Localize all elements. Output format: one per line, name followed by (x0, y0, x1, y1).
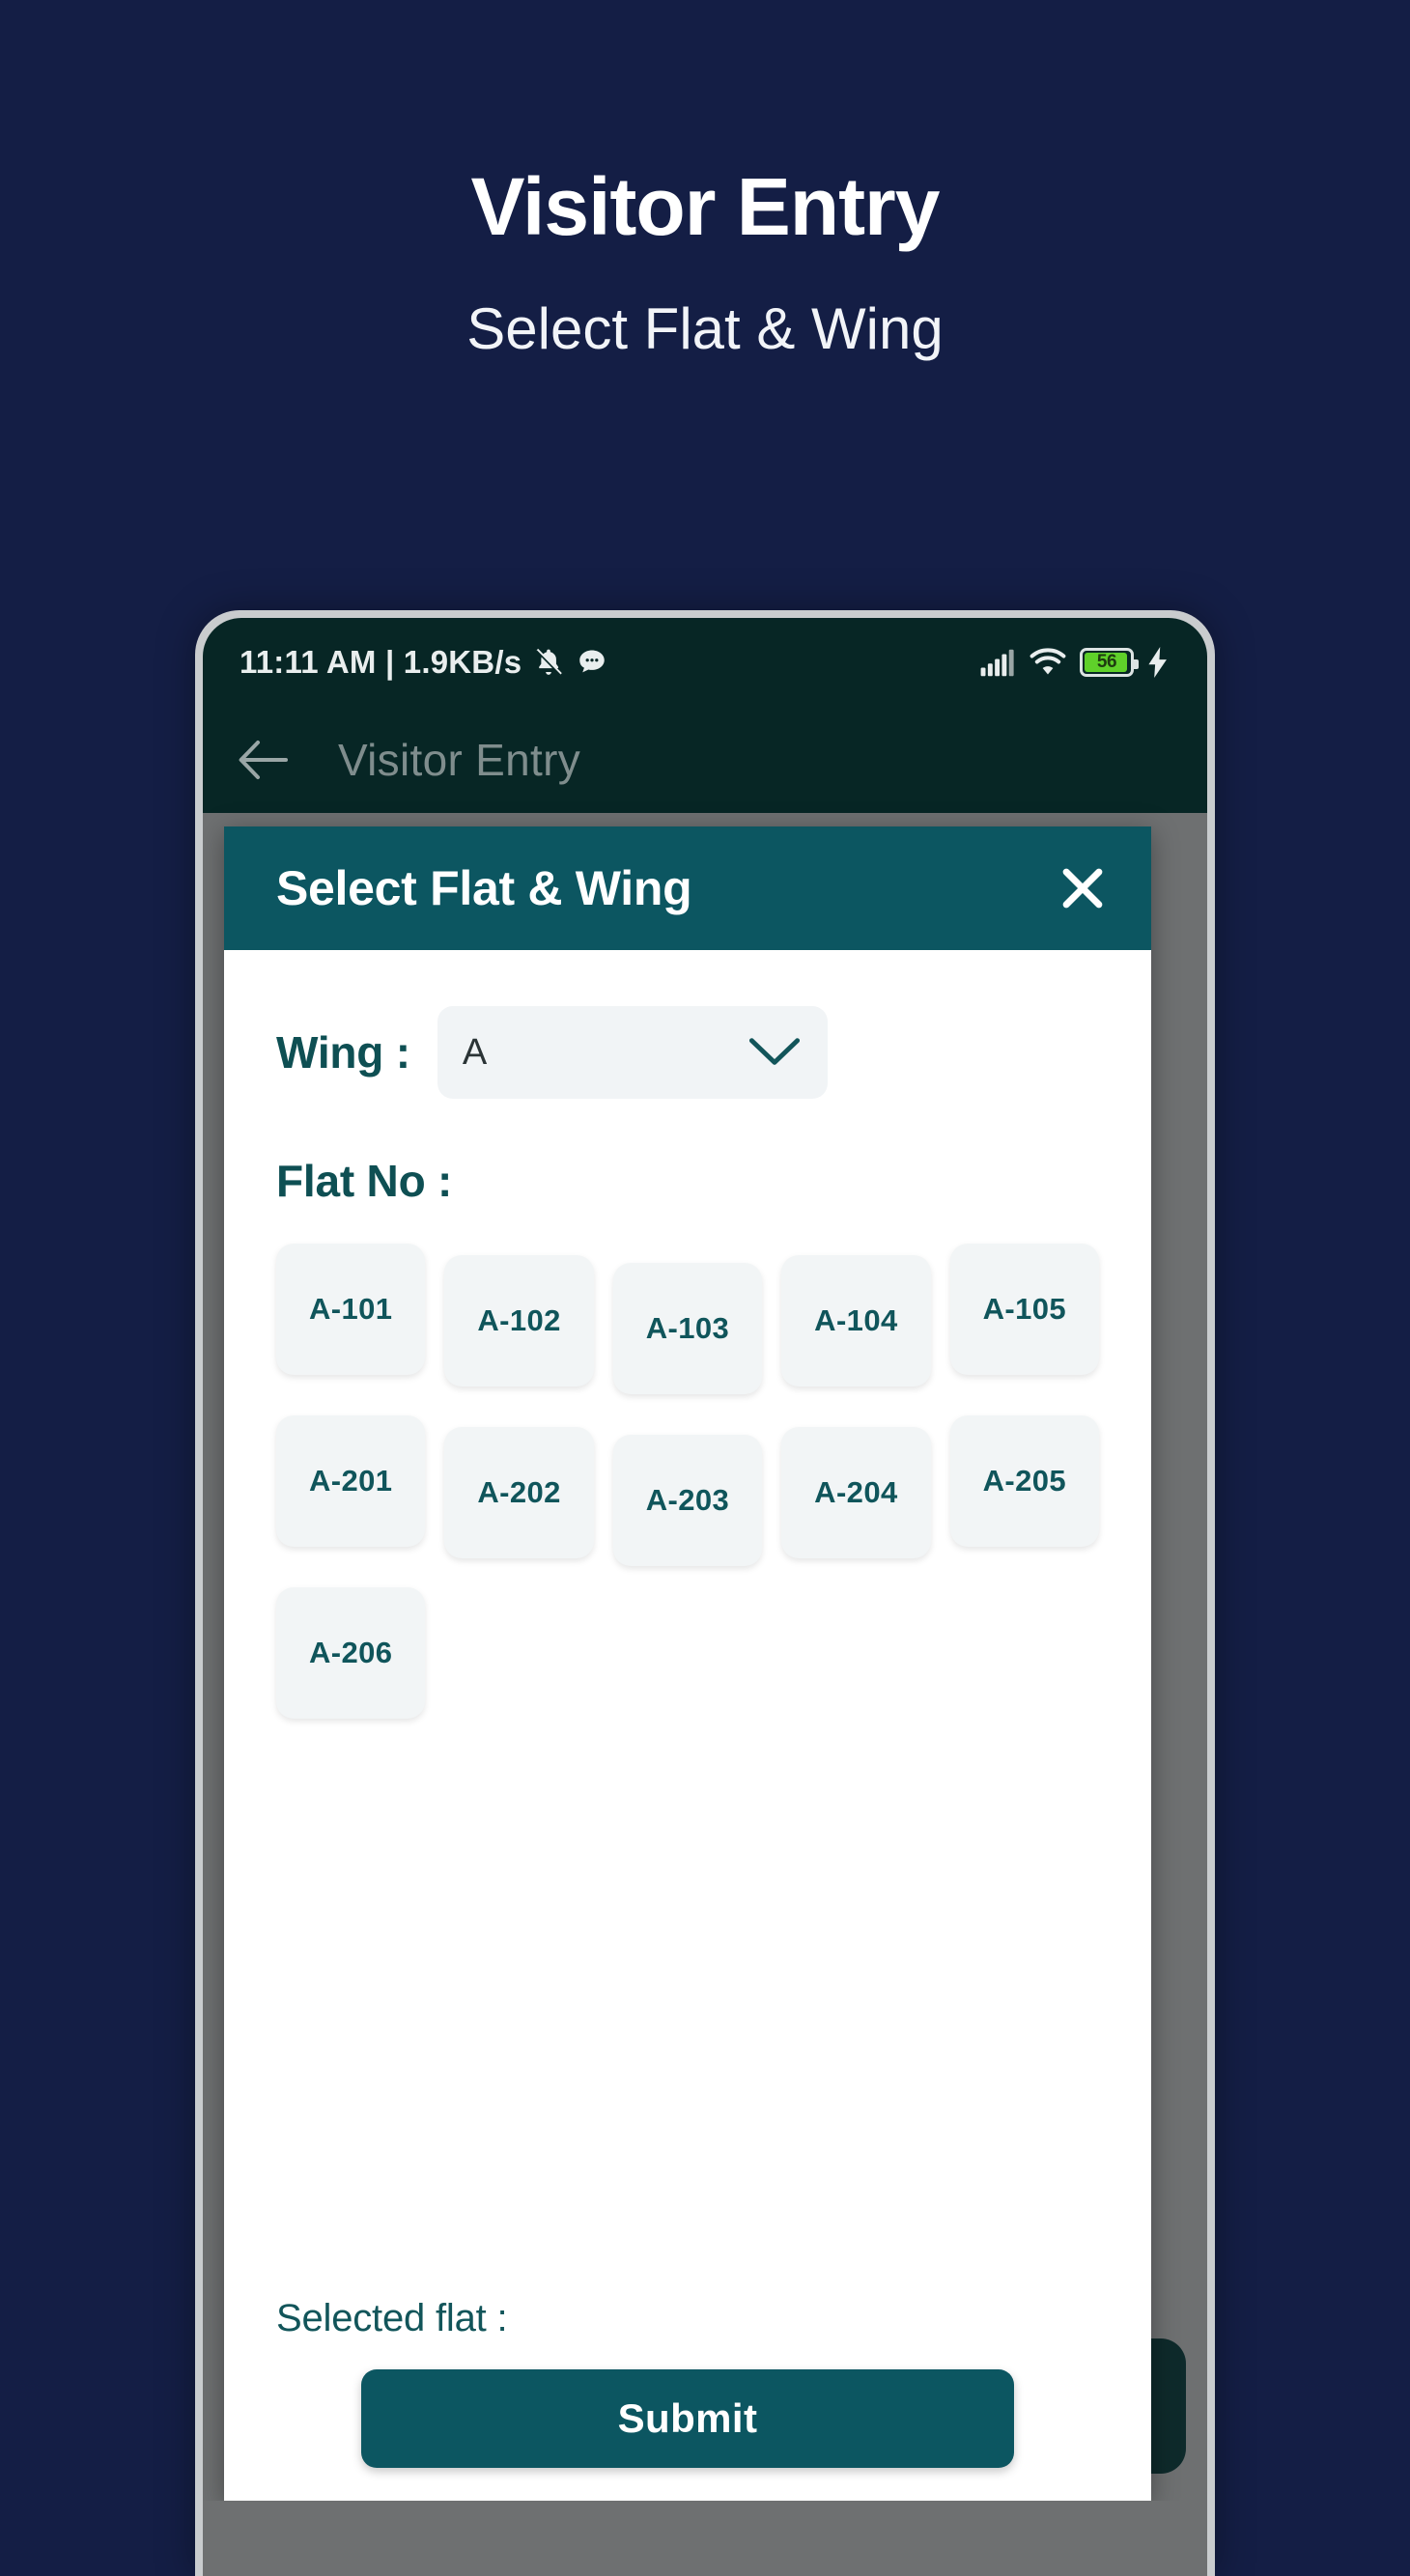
wing-select[interactable]: A (437, 1006, 828, 1099)
submit-button[interactable]: Submit (361, 2369, 1014, 2468)
flat-chip[interactable]: A-202 (444, 1427, 594, 1558)
flat-chip[interactable]: A-105 (949, 1244, 1099, 1375)
flat-chip[interactable]: A-203 (612, 1435, 763, 1566)
app-bar-title: Visitor Entry (338, 735, 581, 785)
chat-bubble-icon (579, 650, 606, 673)
battery-icon: 56 (1080, 648, 1139, 677)
flat-chip[interactable]: A-206 (276, 1587, 426, 1719)
chevron-down-icon (748, 1038, 800, 1065)
flat-chip[interactable]: A-103 (612, 1263, 763, 1394)
wing-label: Wing : (276, 1027, 410, 1078)
charging-bolt-icon (1148, 647, 1167, 678)
phone-device-frame: 11:11 AM | 1.9KB/s 56 Visitor Entry Sele… (195, 610, 1215, 2576)
bell-mute-icon (535, 648, 563, 676)
phone-screen: 11:11 AM | 1.9KB/s 56 Visitor Entry Sele… (203, 618, 1207, 2576)
flat-chip[interactable]: A-101 (276, 1244, 426, 1375)
signal-bars-icon (980, 649, 1014, 677)
page-title: Visitor Entry (470, 161, 941, 252)
wing-row: Wing : A (276, 1006, 1099, 1099)
promo-header: Visitor Entry Select Flat & Wing (0, 0, 1410, 362)
flat-no-label: Flat No : (276, 1156, 453, 1206)
close-x-icon[interactable] (1057, 862, 1109, 914)
dialog-footer: Selected flat : Submit (224, 2297, 1151, 2501)
wing-selected-value: A (462, 1031, 488, 1073)
flat-chip[interactable]: A-102 (444, 1255, 594, 1386)
battery-level-label: 56 (1096, 652, 1117, 672)
select-flat-wing-dialog: Select Flat & Wing Wing : A Flat No: A-… (224, 826, 1151, 2501)
screen-bottom-bar (203, 2501, 1207, 2576)
status-bar-right: 56 (979, 647, 1169, 678)
app-bar: Visitor Entry (203, 707, 1207, 813)
flat-number-grid: A-101 A-102 A-103 A-104 A-105 A-201 A-20… (276, 1244, 1099, 1719)
back-arrow-icon[interactable] (238, 740, 288, 780)
selected-flat-label: Selected flat : (276, 2297, 508, 2339)
flat-chip[interactable]: A-204 (781, 1427, 931, 1558)
android-status-bar: 11:11 AM | 1.9KB/s 56 (203, 618, 1207, 707)
wifi-icon (1029, 648, 1066, 675)
dialog-title: Select Flat & Wing (276, 861, 692, 915)
flat-chip[interactable]: A-201 (276, 1415, 426, 1547)
dialog-body: Wing : A Flat No : A-101 A-102 A-103 A-1… (224, 950, 1151, 2297)
page-subtitle: Select Flat & Wing (466, 296, 944, 362)
flat-chip[interactable]: A-205 (949, 1415, 1099, 1547)
flat-chip[interactable]: A-104 (781, 1255, 931, 1386)
dialog-header: Select Flat & Wing (224, 826, 1151, 950)
status-bar-left: 11:11 AM | 1.9KB/s (240, 644, 608, 681)
status-bar-clock-and-speed: 11:11 AM | 1.9KB/s (240, 644, 522, 680)
promo-page: Visitor Entry Select Flat & Wing 11:11 A… (0, 0, 1410, 2576)
